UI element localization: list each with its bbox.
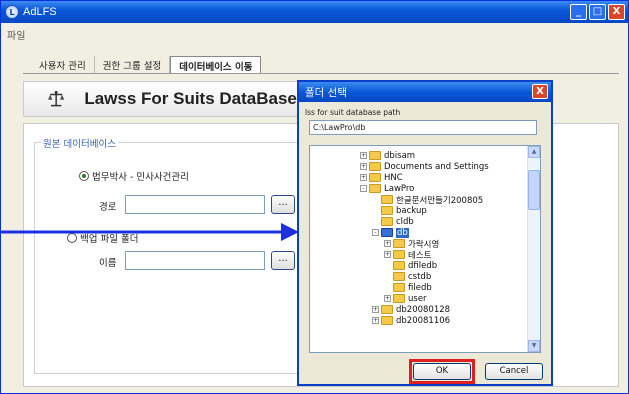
folder-icon [369,184,381,193]
tree-node[interactable]: + dbisam [360,150,415,161]
dialog-title-bar: 폴더 선택 X [299,82,551,102]
folder-icon [369,173,381,182]
minimize-button[interactable]: _ [570,4,587,20]
path-label: 경로 [99,202,117,213]
expand-icon[interactable]: + [372,317,379,324]
app-icon: L [5,5,19,19]
scroll-down-icon[interactable]: ▼ [528,340,540,352]
tab-strip: 사용자 관리 권한 그룹 설정 데이터베이스 이동 [31,56,262,74]
tab-divider [23,73,619,74]
folder-icon [393,283,405,292]
header-banner: Lawss For Suits DataBase T [23,81,313,117]
folder-icon [381,195,393,204]
folder-icon [393,250,405,259]
folder-tree[interactable]: + dbisam + Documents and Settings + HNC - La… [309,145,541,353]
path-input[interactable] [125,195,265,214]
expand-icon[interactable]: + [384,251,391,258]
name-label: 이름 [99,258,117,269]
collapse-icon[interactable]: - [372,229,379,236]
ok-button[interactable]: OK [413,363,471,380]
scroll-thumb[interactable] [528,170,540,210]
tab-database-move[interactable]: 데이터베이스 이동 [170,56,262,74]
tree-node[interactable]: 한글문서만들기200805 [372,194,483,206]
folder-icon [381,316,393,325]
group-title: 원본 데이터베이스 [41,136,118,150]
folder-select-dialog: 폴더 선택 X lss for suit database path C:\La… [297,80,553,386]
folder-icon [393,261,405,270]
tab-permission-groups[interactable]: 권한 그룹 설정 [95,56,171,74]
dialog-path-field[interactable]: C:\LawPro\db [309,120,537,135]
tree-node[interactable]: dfiledb [384,260,437,271]
expand-icon[interactable]: + [360,152,367,159]
title-bar: L AdLFS _ □ X [1,1,628,23]
tree-scrollbar[interactable]: ▲ ▼ [527,146,540,352]
folder-icon [369,151,381,160]
folder-icon [381,206,393,215]
radio-selected-icon [79,171,89,181]
tree-node[interactable]: + 테스트 [384,249,431,261]
collapse-icon[interactable]: - [360,185,367,192]
tree-node[interactable]: cldb [372,216,414,227]
cancel-button[interactable]: Cancel [485,363,543,380]
scroll-up-icon[interactable]: ▲ [528,146,540,158]
dialog-description: lss for suit database path [305,108,401,117]
folder-icon [381,217,393,226]
source-database-group: 원본 데이터베이스 법무박사 - 민사사건관리 경로 ... 백업 파일 폴더 … [34,136,319,374]
tree-node[interactable]: + Documents and Settings [360,161,489,172]
resize-grip-icon[interactable]: ⋰ [543,376,549,383]
tab-user-management[interactable]: 사용자 관리 [31,56,95,74]
radio-law-program[interactable]: 법무박사 - 민사사건관리 [79,169,189,183]
menu-bar: 파일 [1,23,628,43]
maximize-button[interactable]: □ [589,4,606,20]
expand-icon[interactable]: + [384,295,391,302]
tree-node[interactable]: + db20081106 [372,315,450,326]
tree-node[interactable]: + db20080128 [372,304,450,315]
name-browse-button[interactable]: ... [271,251,295,270]
folder-icon [393,294,405,303]
folder-icon [393,239,405,248]
expand-icon[interactable]: + [360,174,367,181]
tree-node[interactable]: filedb [384,282,432,293]
close-button[interactable]: X [608,4,625,20]
path-browse-button[interactable]: ... [271,195,295,214]
folder-icon [369,162,381,171]
dialog-title: 폴더 선택 [305,87,347,99]
tree-node[interactable]: backup [372,205,427,216]
tree-node[interactable]: - LawPro [360,183,414,194]
tree-node[interactable]: + HNC [360,172,403,183]
header-title: Lawss For Suits DataBase T [84,89,312,108]
annotation-arrow-icon [1,223,299,241]
name-input[interactable] [125,251,265,270]
scales-logo-icon [48,90,65,107]
folder-open-icon [381,228,393,237]
window-title: AdLFS [23,6,57,18]
folder-icon [393,272,405,281]
tree-node-selected[interactable]: - db [372,227,409,238]
folder-icon [381,305,393,314]
menu-file[interactable]: 파일 [7,31,25,42]
dialog-close-button[interactable]: X [532,84,548,99]
tree-node[interactable]: + 가락시영 [384,238,439,250]
expand-icon[interactable]: + [360,163,367,170]
main-window: L AdLFS _ □ X 파일 사용자 관리 권한 그룹 설정 데이터베이스 … [0,0,629,394]
tree-node[interactable]: cstdb [384,271,431,282]
expand-icon[interactable]: + [372,306,379,313]
tree-node[interactable]: + user [384,293,427,304]
radio-law-program-label: 법무박사 - 민사사건관리 [92,172,189,183]
expand-icon[interactable]: + [384,240,391,247]
